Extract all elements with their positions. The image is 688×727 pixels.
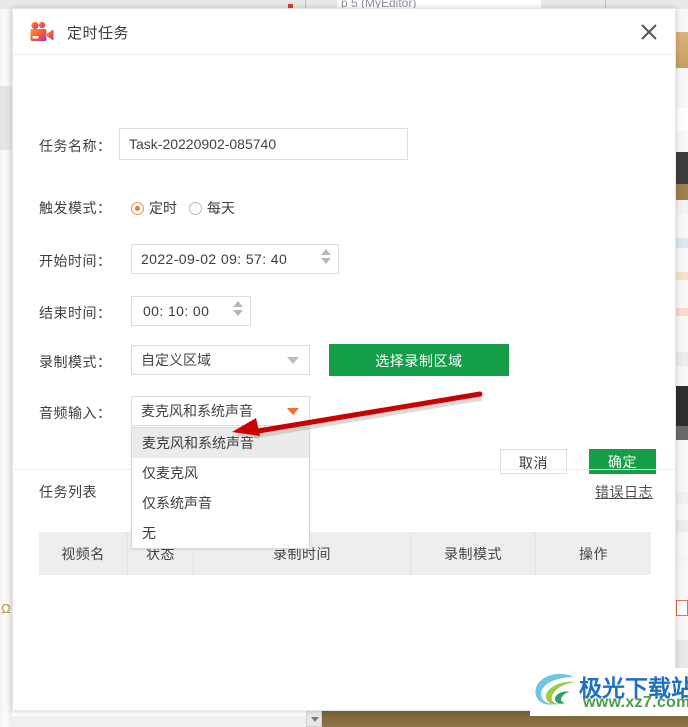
background-window-title: p 5 (MyEditor)	[337, 0, 541, 8]
error-log-link[interactable]: 错误日志	[595, 482, 653, 502]
background-thumb-5	[676, 184, 688, 200]
background-thumb-1	[676, 32, 688, 68]
background-left-glyph: Ω	[1, 601, 11, 616]
audio-input-dropdown-list: 麦克风和系统声音 仅麦克风 仅系统声音 无	[131, 427, 310, 549]
section-divider	[13, 469, 675, 470]
background-thumb-15	[676, 556, 688, 568]
end-time-value: 00: 10: 00	[143, 303, 210, 319]
background-thumb-14	[676, 520, 688, 532]
audio-input-select[interactable]: 麦克风和系统声音	[131, 396, 310, 426]
watermark-url: www.xz7.com	[583, 694, 688, 711]
task-list-title: 任务列表	[39, 484, 97, 500]
background-thumb-13	[676, 492, 688, 504]
background-left-highlight	[0, 86, 12, 150]
radio-trigger-scheduled[interactable]: 定时	[131, 198, 177, 218]
background-thumb-10	[676, 352, 688, 366]
chevron-down-icon	[287, 357, 299, 364]
radio-trigger-daily[interactable]: 每天	[189, 198, 235, 218]
start-time-label: 开始时间：	[39, 253, 112, 269]
stepper-down-icon	[320, 258, 331, 264]
column-header-video-name: 视频名	[39, 532, 128, 575]
chevron-down-icon	[287, 408, 299, 415]
background-thumb-11	[676, 386, 688, 426]
task-name-input[interactable]: Task-20220902-085740	[119, 128, 408, 160]
end-time-label: 结束时间：	[39, 305, 112, 321]
confirm-button[interactable]: 确定	[589, 449, 656, 474]
audio-option-none[interactable]: 无	[132, 518, 309, 548]
background-thumb-12	[676, 426, 688, 440]
background-thumb-8	[676, 272, 688, 280]
radio-trigger-daily-label: 每天	[207, 200, 235, 216]
radio-unselected-icon	[189, 201, 202, 215]
close-icon[interactable]	[633, 16, 665, 48]
stepper-up-icon	[232, 301, 243, 307]
task-name-value: Task-20220902-085740	[129, 136, 277, 152]
background-thumb-4	[676, 152, 688, 184]
start-time-input[interactable]: 2022-09-02 09: 57: 40	[131, 244, 339, 274]
stepper-down-icon	[232, 310, 243, 316]
column-header-record-mode: 录制模式	[411, 532, 536, 575]
background-bottom-strip	[12, 716, 306, 727]
radio-trigger-scheduled-label: 定时	[149, 200, 177, 216]
record-mode-value: 自定义区域	[141, 352, 211, 368]
audio-input-label: 音频输入：	[39, 405, 112, 421]
scheduled-task-dialog: 定时任务 任务名称： Task-20220902-085740 触发模式： 定时…	[12, 8, 676, 711]
dialog-title: 定时任务	[67, 25, 130, 42]
audio-input-value: 麦克风和系统声音	[141, 403, 253, 419]
background-thumb-9	[676, 308, 688, 316]
background-thumb-7	[676, 238, 688, 248]
dialog-form: 任务名称： Task-20220902-085740 触发模式： 定时 每天 开…	[13, 55, 675, 549]
trigger-mode-label: 触发模式：	[39, 200, 112, 216]
audio-option-mic-only[interactable]: 仅麦克风	[132, 458, 309, 488]
cancel-button[interactable]: 取消	[500, 449, 567, 474]
background-scrollbar-down-button[interactable]	[306, 709, 322, 727]
site-watermark: 极光下载站 www.xz7.com	[530, 668, 688, 716]
record-mode-label: 录制模式：	[39, 354, 112, 370]
camcorder-icon	[29, 21, 55, 43]
column-header-action: 操作	[579, 545, 608, 562]
end-time-input[interactable]: 00: 10: 00	[131, 296, 251, 326]
task-name-label: 任务名称：	[39, 138, 112, 154]
audio-option-system-only[interactable]: 仅系统声音	[132, 488, 309, 518]
audio-option-mic-and-system[interactable]: 麦克风和系统声音	[132, 428, 309, 458]
watermark-logo-icon	[535, 673, 576, 705]
radio-selected-icon	[131, 201, 144, 215]
select-record-area-button[interactable]: 选择录制区域	[329, 344, 509, 376]
background-thumb-6	[676, 200, 688, 214]
start-time-stepper[interactable]	[320, 249, 331, 269]
chevron-down-icon	[311, 717, 319, 722]
start-time-value: 2022-09-02 09: 57: 40	[141, 251, 288, 267]
background-thumb-3	[676, 116, 688, 128]
stepper-up-icon	[320, 249, 331, 255]
background-thumb-16	[676, 600, 688, 616]
end-time-stepper[interactable]	[232, 301, 243, 321]
dialog-title-bar: 定时任务	[13, 9, 675, 55]
record-mode-select[interactable]: 自定义区域	[131, 345, 310, 375]
